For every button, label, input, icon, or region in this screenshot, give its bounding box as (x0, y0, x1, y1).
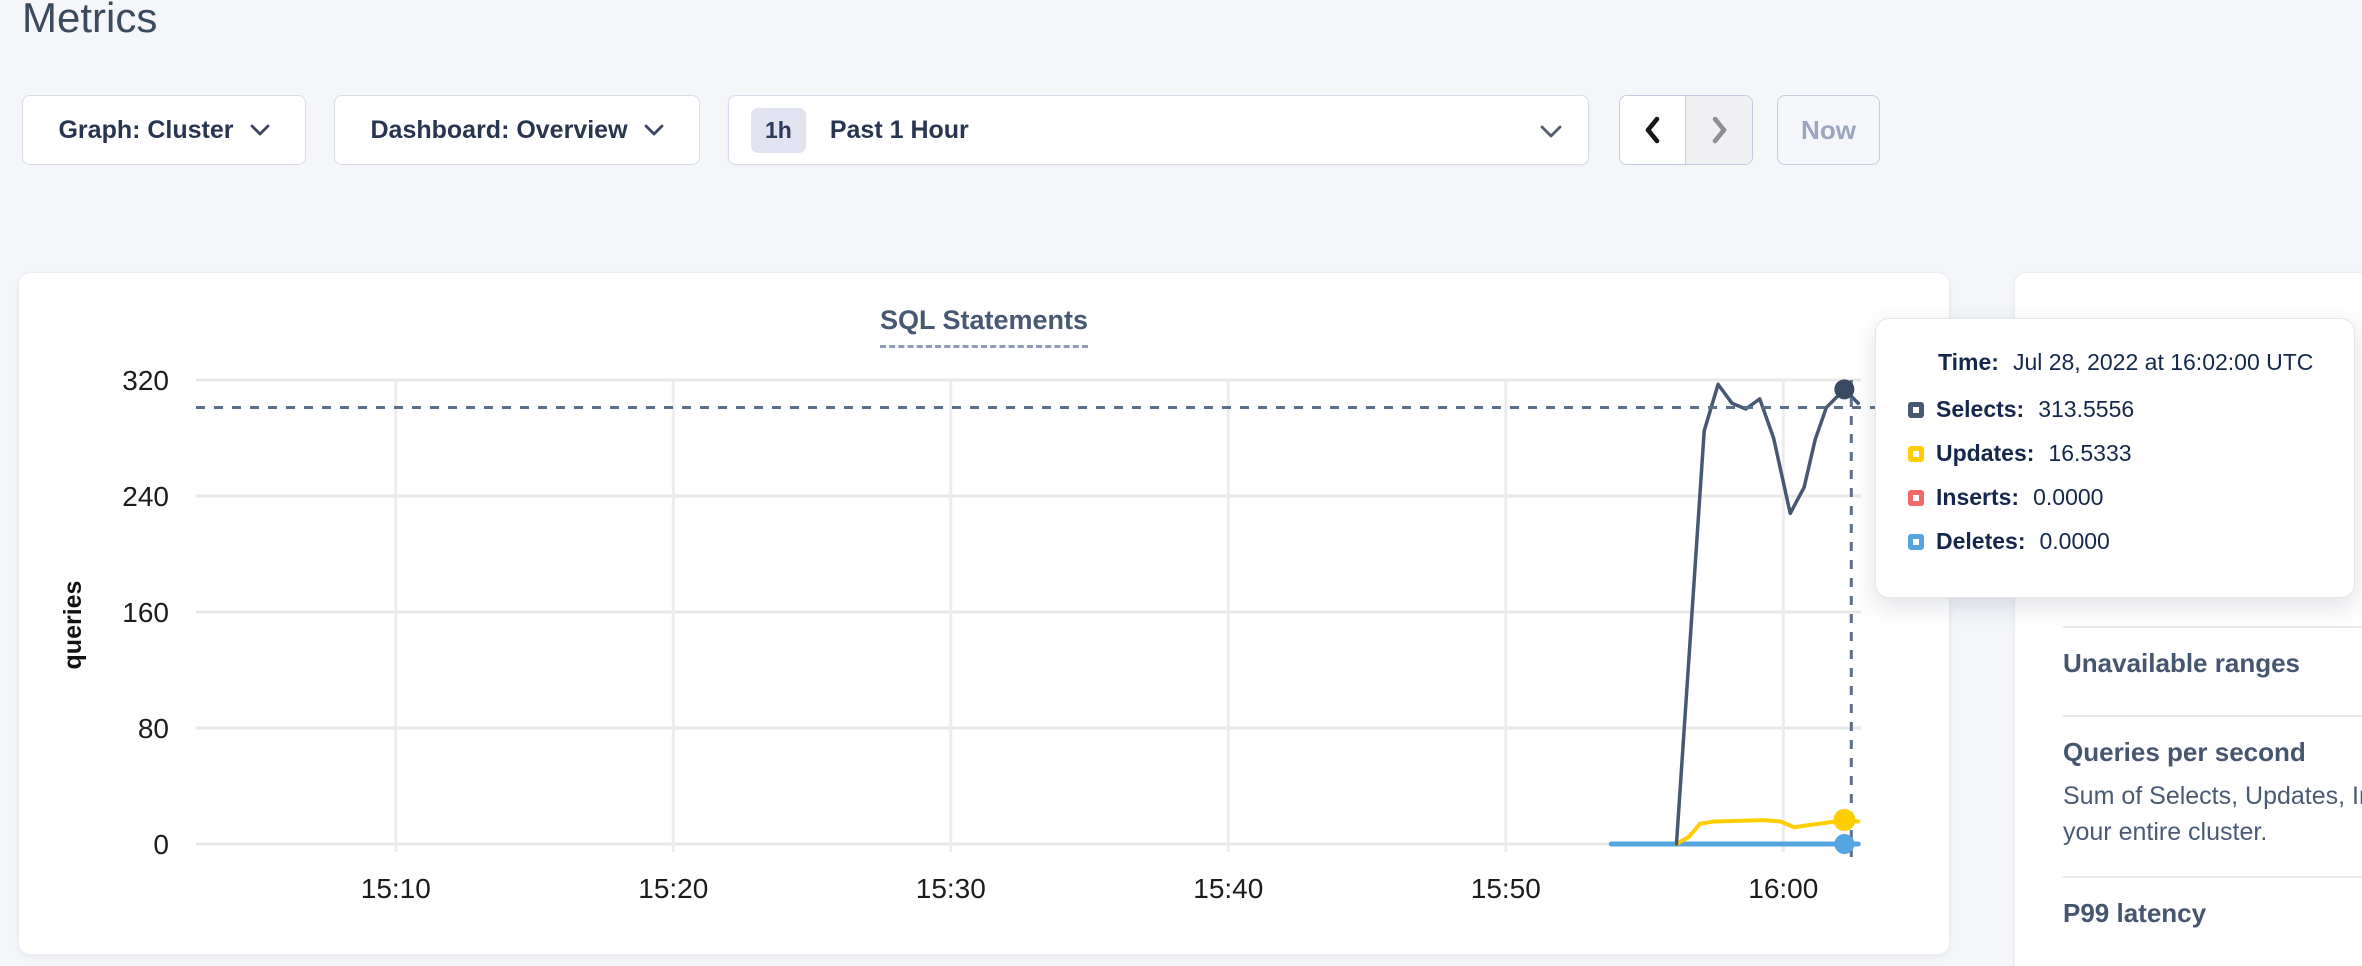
time-next-button[interactable] (1686, 96, 1752, 164)
svg-text:240: 240 (122, 481, 169, 512)
sql-statements-card: SQL Statements 0 80 160 240 320 15:10 15:20 15:… (18, 272, 1950, 955)
chart-tooltip: Time: Jul 28, 2022 at 16:02:00 UTC Select… (1875, 318, 2355, 598)
svg-text:160: 160 (122, 597, 169, 628)
svg-text:0: 0 (153, 829, 169, 860)
chart-title-wrap: SQL Statements (19, 305, 1949, 348)
dashboard-dropdown[interactable]: Dashboard: Overview (334, 95, 700, 165)
selects-legend-swatch-icon (1908, 402, 1924, 418)
chevron-right-icon (1707, 115, 1731, 145)
svg-text:15:20: 15:20 (638, 873, 708, 904)
time-nav-group (1619, 95, 1753, 165)
graph-dropdown-label: Graph: Cluster (58, 116, 233, 145)
time-prev-button[interactable] (1620, 96, 1686, 164)
svg-text:16:00: 16:00 (1748, 873, 1818, 904)
tooltip-time-row: Time: Jul 28, 2022 at 16:02:00 UTC (1938, 349, 2324, 376)
time-range-badge: 1h (751, 108, 806, 153)
sidebar-heading: Queries per second (2063, 737, 2362, 768)
chevron-down-icon (250, 124, 270, 137)
sql-statements-chart[interactable]: 0 80 160 240 320 15:10 15:20 15:30 15:40 15:50 16:… (19, 353, 1951, 953)
updates-legend-swatch-icon (1908, 446, 1924, 462)
sidebar-heading: P99 latency (2063, 898, 2362, 929)
svg-text:15:40: 15:40 (1193, 873, 1263, 904)
chevron-down-icon (1540, 125, 1562, 139)
svg-text:320: 320 (122, 365, 169, 396)
chevron-left-icon (1641, 115, 1665, 145)
chevron-down-icon (644, 124, 664, 137)
sidebar-section-unavailable-ranges: Unavailable ranges (2063, 626, 2362, 715)
svg-text:80: 80 (138, 713, 169, 744)
tooltip-row-selects: Selects: 313.5556 (1908, 396, 2324, 423)
now-button-label: Now (1801, 115, 1856, 146)
svg-text:15:50: 15:50 (1471, 873, 1541, 904)
sidebar-section-queries-per-second: Queries per second Sum of Selects, Updat… (2063, 715, 2362, 876)
sidebar-heading: Unavailable ranges (2063, 648, 2362, 679)
tooltip-row-deletes: Deletes: 0.0000 (1908, 528, 2324, 555)
tooltip-row-updates: Updates: 16.5333 (1908, 440, 2324, 467)
now-button[interactable]: Now (1777, 95, 1880, 165)
time-range-label: Past 1 Hour (830, 116, 969, 145)
chart-title[interactable]: SQL Statements (880, 305, 1088, 348)
svg-text:15:30: 15:30 (916, 873, 986, 904)
page-title: Metrics (22, 0, 157, 42)
sidebar-section-p99-latency: P99 latency (2063, 876, 2362, 947)
tooltip-time-label: Time: (1938, 349, 1999, 375)
graph-dropdown[interactable]: Graph: Cluster (22, 95, 306, 165)
tooltip-row-inserts: Inserts: 0.0000 (1908, 484, 2324, 511)
svg-text:15:10: 15:10 (361, 873, 431, 904)
deletes-legend-swatch-icon (1908, 534, 1924, 550)
inserts-legend-swatch-icon (1908, 490, 1924, 506)
sidebar-description: Sum of Selects, Updates, Inser your enti… (2063, 778, 2362, 850)
dashboard-dropdown-label: Dashboard: Overview (370, 116, 627, 145)
tooltip-time-value: Jul 28, 2022 at 16:02:00 UTC (2013, 349, 2313, 375)
time-range-picker[interactable]: 1h Past 1 Hour (728, 95, 1589, 165)
svg-text:queries: queries (59, 581, 87, 670)
